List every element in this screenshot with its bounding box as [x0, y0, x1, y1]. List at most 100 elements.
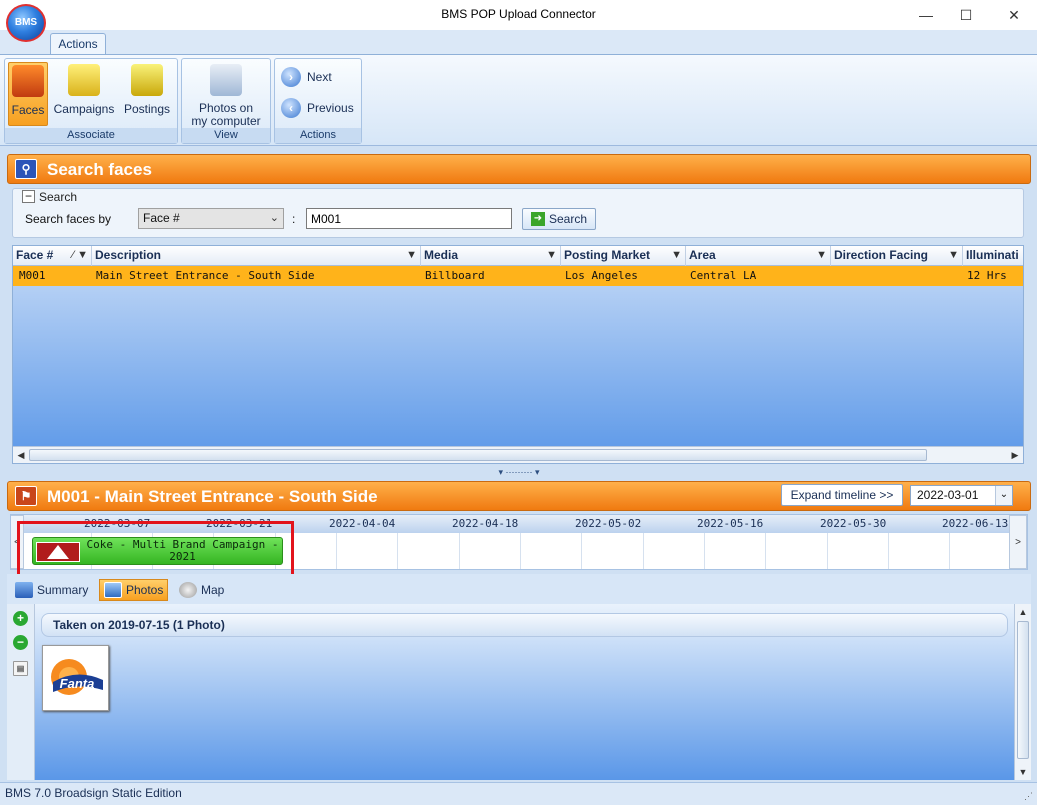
- search-input[interactable]: [306, 208, 512, 229]
- search-faces-header: ⚲ Search faces: [7, 154, 1031, 184]
- photos-panel: + − ▤ Taken on 2019-07-15 (1 Photo) Fant…: [7, 604, 1031, 780]
- column-label: Face #: [16, 248, 54, 262]
- grid-horizontal-scrollbar[interactable]: ◀ ▶: [13, 446, 1023, 463]
- postings-button[interactable]: Postings: [120, 62, 174, 126]
- column-label: Description: [95, 248, 162, 262]
- ribbon-group-view: Photos on my computer View: [181, 58, 271, 144]
- filter-icon[interactable]: ▼: [546, 246, 557, 265]
- timeline-gridline: [888, 533, 889, 569]
- expand-timeline-button[interactable]: Expand timeline >>: [781, 484, 903, 506]
- search-by-select[interactable]: Face # ⌄: [138, 208, 284, 229]
- group-label-associate: Associate: [5, 128, 177, 143]
- filter-icon[interactable]: ⁄ ▼: [72, 246, 88, 265]
- photos-on-computer-button[interactable]: Photos on my computer: [186, 62, 266, 128]
- timeline-date: 2022-06-13: [942, 517, 1009, 530]
- panel-splitter[interactable]: ▾ ⋯⋯⋯ ▾: [7, 466, 1031, 478]
- ribbon: Faces Campaigns Postings Associate Photo…: [0, 54, 1037, 146]
- collapse-search-toggle[interactable]: −: [22, 190, 35, 203]
- flag-icon: ⚑: [15, 486, 37, 506]
- photo-group-header[interactable]: Taken on 2019-07-15 (1 Photo): [41, 613, 1008, 637]
- colon-separator: :: [292, 212, 296, 226]
- timeline-gridline: [643, 533, 644, 569]
- tab-summary[interactable]: Summary: [11, 579, 92, 601]
- resize-grip-icon[interactable]: ⋰: [1024, 791, 1033, 802]
- timeline-scroll-right[interactable]: >: [1009, 515, 1027, 569]
- next-button[interactable]: › Next: [281, 66, 332, 88]
- column-header-posting-market[interactable]: Posting Market ▼: [561, 246, 686, 266]
- scroll-right-icon[interactable]: ▶: [1008, 448, 1022, 462]
- timeline-gridline: [704, 533, 705, 569]
- column-header-description[interactable]: Description ▼: [92, 246, 421, 266]
- timeline-gridline: [827, 533, 828, 569]
- remove-photo-icon[interactable]: −: [13, 635, 28, 650]
- status-text: BMS 7.0 Broadsign Static Edition: [5, 786, 182, 800]
- timeline-date: 2022-05-30: [820, 517, 887, 530]
- cell-face: M001: [19, 269, 46, 282]
- minimize-button[interactable]: —: [906, 2, 946, 28]
- scroll-left-icon[interactable]: ◀: [14, 448, 28, 462]
- photos-label-line2: my computer: [191, 114, 261, 128]
- next-label: Next: [307, 70, 332, 84]
- scroll-up-icon[interactable]: ▲: [1015, 605, 1031, 619]
- table-row[interactable]: M001 Main Street Entrance - South Side B…: [13, 266, 1023, 286]
- search-button-label: Search: [548, 212, 588, 226]
- search-icon: ⚲: [15, 159, 37, 179]
- group-label-actions: Actions: [275, 128, 361, 143]
- filter-icon[interactable]: ▼: [948, 246, 959, 265]
- ribbon-tab-strip: Actions: [0, 30, 1037, 55]
- scroll-thumb[interactable]: [29, 449, 927, 461]
- timeline-gridline: [397, 533, 398, 569]
- scroll-down-icon[interactable]: ▼: [1015, 765, 1031, 779]
- group-label-view: View: [182, 128, 270, 143]
- timeline-date: 2022-04-18: [452, 517, 519, 530]
- column-header-face[interactable]: Face # ⁄ ▼: [13, 246, 92, 266]
- chevron-down-icon: ⌄: [269, 212, 279, 224]
- go-arrow-icon: ➜: [530, 212, 545, 226]
- fanta-logo: Fanta: [51, 659, 103, 695]
- status-bar: BMS 7.0 Broadsign Static Edition ⋰: [0, 782, 1037, 805]
- scroll-thumb[interactable]: [1017, 621, 1029, 759]
- column-header-illumination[interactable]: Illuminati: [963, 246, 1023, 266]
- search-faces-title: Search faces: [47, 160, 152, 179]
- close-button[interactable]: ✕: [994, 2, 1034, 28]
- column-header-area[interactable]: Area ▼: [686, 246, 831, 266]
- column-header-direction[interactable]: Direction Facing ▼: [831, 246, 963, 266]
- campaigns-button[interactable]: Campaigns: [52, 62, 116, 126]
- photo-icon: [104, 582, 122, 598]
- column-header-media[interactable]: Media ▼: [421, 246, 561, 266]
- timeline-gridline: [765, 533, 766, 569]
- timeline-date: 2022-05-02: [575, 517, 642, 530]
- timeline-date-select[interactable]: 2022-03-01 ⌄: [910, 485, 1013, 506]
- previous-label: Previous: [307, 101, 354, 115]
- maximize-button[interactable]: ☐: [946, 2, 986, 28]
- title-bar: BMS POP Upload Connector — ☐ ✕: [0, 0, 1037, 30]
- column-label: Posting Market: [564, 248, 651, 262]
- tab-map[interactable]: Map: [175, 579, 228, 601]
- faces-button[interactable]: Faces: [8, 62, 48, 126]
- postings-icon: [131, 64, 163, 96]
- previous-button[interactable]: ‹ Previous: [281, 97, 354, 119]
- search-by-value: Face #: [143, 211, 180, 225]
- app-logo[interactable]: BMS: [6, 4, 46, 42]
- filter-icon[interactable]: ▼: [406, 246, 417, 265]
- add-photo-icon[interactable]: +: [13, 611, 28, 626]
- tab-photos[interactable]: Photos: [99, 579, 169, 601]
- document-icon[interactable]: ▤: [13, 661, 28, 676]
- tab-actions[interactable]: Actions: [50, 33, 106, 55]
- highlight-annotation: [17, 521, 294, 578]
- timeline-gridline: [520, 533, 521, 569]
- filter-icon[interactable]: ▼: [816, 246, 827, 265]
- column-label: Direction Facing: [834, 248, 929, 262]
- ribbon-group-associate: Faces Campaigns Postings Associate: [4, 58, 178, 144]
- timeline-gridline: [581, 533, 582, 569]
- timeline-date-value: 2022-03-01: [917, 488, 979, 502]
- campaigns-label: Campaigns: [53, 102, 115, 116]
- photo-thumbnail[interactable]: Fanta: [42, 645, 109, 711]
- timeline-date: 2022-05-16: [697, 517, 764, 530]
- filter-icon[interactable]: ▼: [671, 246, 682, 265]
- photos-vertical-scrollbar[interactable]: ▲ ▼: [1014, 604, 1031, 780]
- timeline-gridline: [459, 533, 460, 569]
- search-button[interactable]: ➜ Search: [522, 208, 596, 230]
- face-detail-title: M001 - Main Street Entrance - South Side: [47, 487, 378, 506]
- cell-description: Main Street Entrance - South Side: [96, 269, 315, 282]
